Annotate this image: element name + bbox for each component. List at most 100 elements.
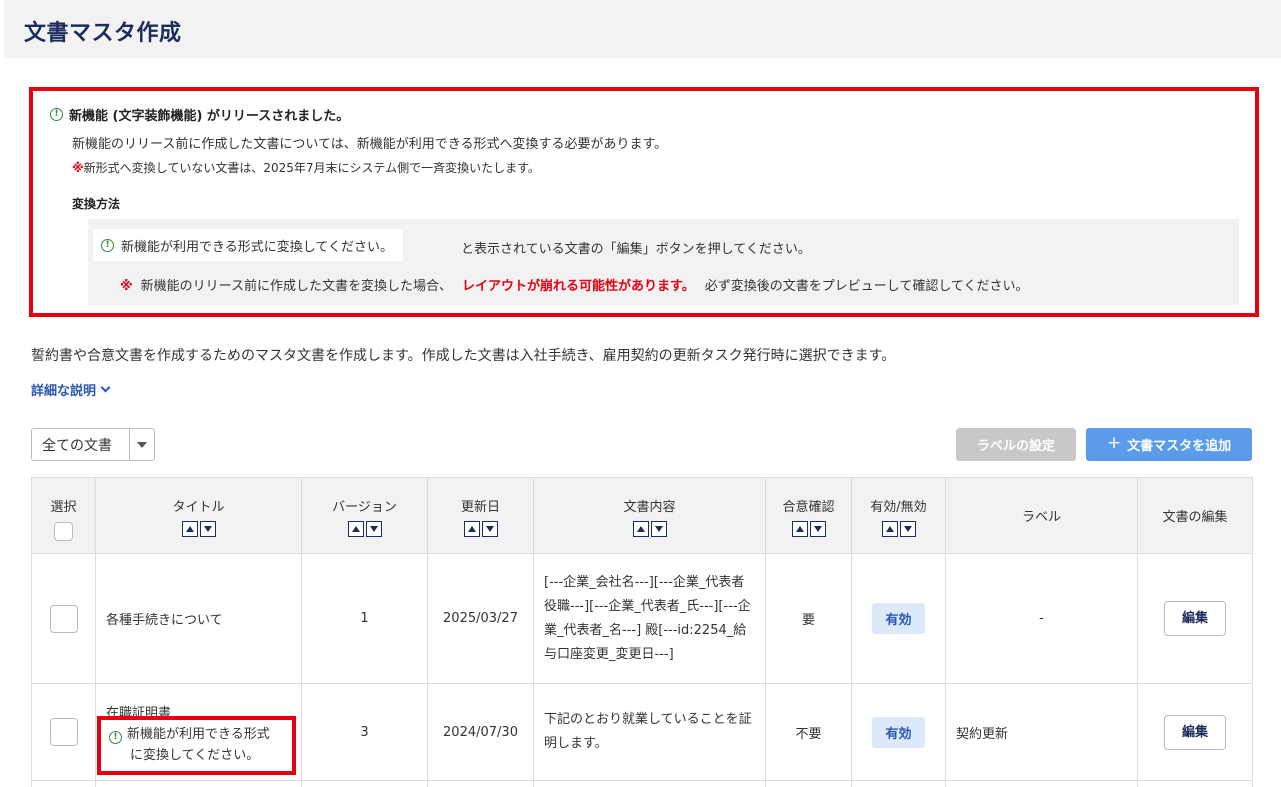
caret-down-icon	[137, 441, 147, 448]
select-all-checkbox[interactable]	[54, 522, 73, 541]
warning-emphasis: レイアウトが崩れる可能性があります。	[462, 279, 695, 294]
header-edit: 文書の編集	[1137, 477, 1253, 554]
page-header: 文書マスタ作成	[4, 0, 1281, 58]
add-button-label: 文書マスタを追加	[1127, 439, 1232, 454]
label-settings-button[interactable]: ラベルの設定	[956, 428, 1076, 461]
sort-down-icon[interactable]	[199, 521, 216, 537]
row-title: 各種手続きについて	[95, 553, 302, 684]
row-version: 3	[301, 683, 428, 781]
add-document-master-button[interactable]: + 文書マスタを追加	[1086, 428, 1252, 461]
sort-up-icon[interactable]	[881, 521, 898, 537]
convert-required-pill: ! 新機能が利用できる形式に変換してください。	[93, 229, 403, 261]
title-wrapper: 在職証明書 ! 新機能が利用できる形式 に変換してください。	[96, 684, 301, 780]
row-label: -	[945, 553, 1138, 684]
row-edit-cell: 編集	[1137, 683, 1253, 781]
info-icon: !	[109, 731, 122, 744]
plus-icon: +	[1106, 433, 1122, 453]
row-content: [---企業_会社名---][---企業_代表者役職---][---企業_代表者…	[533, 553, 766, 684]
header-version-label: バージョン	[332, 500, 397, 515]
header-version: バージョン	[301, 477, 428, 554]
row-label: 契約更新	[945, 683, 1138, 781]
row-version: 1	[301, 553, 428, 684]
filter-value: 全ての文書	[42, 437, 112, 454]
edit-button[interactable]: 編集	[1164, 601, 1226, 636]
sort-buttons	[766, 521, 851, 537]
notice-headline-text: 新機能 (文字装飾機能) がリリースされました。	[69, 109, 350, 124]
header-consent-label: 合意確認	[782, 500, 835, 515]
edit-button[interactable]: 編集	[1164, 714, 1226, 750]
document-filter-select[interactable]: 全ての文書	[31, 428, 155, 461]
convert-line1: ! 新機能が利用できる形式	[109, 724, 286, 745]
row-select-cell	[31, 683, 96, 781]
note-mark: ※	[72, 161, 84, 175]
row-status-cell: 有効	[851, 553, 946, 684]
row-select-cell	[31, 553, 96, 684]
header-select: 選択	[31, 477, 96, 554]
dropdown-toggle[interactable]	[129, 429, 154, 460]
sort-down-icon[interactable]	[365, 521, 382, 537]
pill-text: 新機能が利用できる形式に変換してください。	[121, 239, 393, 255]
table-row-partial	[31, 780, 1253, 787]
sort-down-icon[interactable]	[809, 521, 826, 537]
info-icon: !	[50, 108, 63, 121]
header-label-label: ラベル	[1021, 510, 1061, 525]
row-consent: 要	[765, 553, 852, 684]
notice-line1: 新機能のリリース前に作成した文書については、新機能が利用できる形式へ変換する必要…	[72, 137, 668, 152]
layout-warning: ※ 新機能のリリース前に作成した文書を変換した場合、 レイアウトが崩れる可能性があり…	[120, 275, 1029, 294]
header-edit-label: 文書の編集	[1162, 510, 1228, 525]
sort-buttons	[96, 521, 301, 537]
release-notice: ! 新機能 (文字装飾機能) がリリースされました。 新機能のリリース前に作成し…	[29, 87, 1259, 317]
warning-after: 必ず変換後の文書をプレビューして確認してください。	[704, 279, 1029, 294]
method-title: 変換方法	[72, 197, 121, 211]
header-content: 文書内容	[533, 477, 766, 554]
row-updated: 2025/03/27	[427, 553, 534, 684]
details-toggle-link[interactable]: 詳細な説明	[31, 380, 111, 399]
status-badge: 有効	[872, 716, 925, 748]
warning-mark: ※	[120, 279, 133, 294]
header-select-label: 選択	[50, 500, 77, 515]
convert-text-1: 新機能が利用できる形式	[127, 727, 270, 742]
sort-buttons	[302, 521, 427, 537]
sort-buttons	[428, 521, 533, 537]
row-edit-cell: 編集	[1137, 553, 1253, 684]
sort-down-icon[interactable]	[899, 521, 916, 537]
sort-up-icon[interactable]	[181, 521, 198, 537]
sort-up-icon[interactable]	[791, 521, 808, 537]
info-icon: !	[101, 238, 114, 252]
table-row: 在職証明書 ! 新機能が利用できる形式 に変換してください。 3 2024/07/…	[31, 683, 1253, 781]
header-label: ラベル	[945, 477, 1138, 554]
warning-before: 新機能のリリース前に作成した文書を変換した場合、	[140, 279, 452, 294]
row-consent: 不要	[765, 683, 852, 781]
header-updated: 更新日	[427, 477, 534, 554]
sort-up-icon[interactable]	[463, 521, 480, 537]
row-checkbox[interactable]	[49, 718, 78, 746]
sort-down-icon[interactable]	[481, 521, 498, 537]
notice-line2: ※新形式へ変換していない文書は、2025年7月末にシステム側で一斉変換いたします…	[72, 159, 540, 176]
convert-required-notice: ! 新機能が利用できる形式 に変換してください。	[97, 716, 296, 775]
row-updated: 2024/07/30	[427, 683, 534, 781]
header-title: タイトル	[95, 477, 302, 554]
table-row: 各種手続きについて 1 2025/03/27 [---企業_会社名---][--…	[31, 553, 1253, 684]
row-title-cell: 在職証明書 ! 新機能が利用できる形式 に変換してください。	[95, 683, 302, 781]
sort-up-icon[interactable]	[632, 521, 649, 537]
page-title: 文書マスタ作成	[24, 21, 182, 46]
convert-text-2: に変換してください。	[130, 748, 260, 763]
document-table: 選択 タイトル バージョン 更新日 文書内容 合意確認 有効/無効 ラベル 文書…	[31, 477, 1253, 787]
header-status-label: 有効/無効	[870, 500, 927, 515]
chevron-down-icon	[100, 382, 111, 393]
row-status-cell: 有効	[851, 683, 946, 781]
sort-buttons	[852, 521, 945, 537]
notice-headline: ! 新機能 (文字装飾機能) がリリースされました。	[50, 105, 349, 124]
row-content: 下記のとおり就業していることを証明します。	[533, 683, 766, 781]
table-header-row: 選択 タイトル バージョン 更新日 文書内容 合意確認 有効/無効 ラベル 文書…	[31, 477, 1253, 554]
status-badge: 有効	[872, 603, 925, 634]
method-instruction: と表示されている文書の「編集」ボタンを押してください。	[461, 242, 811, 257]
row-checkbox[interactable]	[49, 604, 78, 633]
label-settings-label: ラベルの設定	[976, 439, 1055, 454]
page-description: 誓約書や合意文書を作成するためのマスタ文書を作成します。作成した文書は入社手続き…	[31, 348, 896, 364]
sort-buttons	[534, 521, 765, 537]
sort-down-icon[interactable]	[650, 521, 667, 537]
notice-line2-text: 新形式へ変換していない文書は、2025年7月末にシステム側で一斉変換いたします。	[83, 161, 540, 175]
header-status: 有効/無効	[851, 477, 946, 554]
sort-up-icon[interactable]	[347, 521, 364, 537]
